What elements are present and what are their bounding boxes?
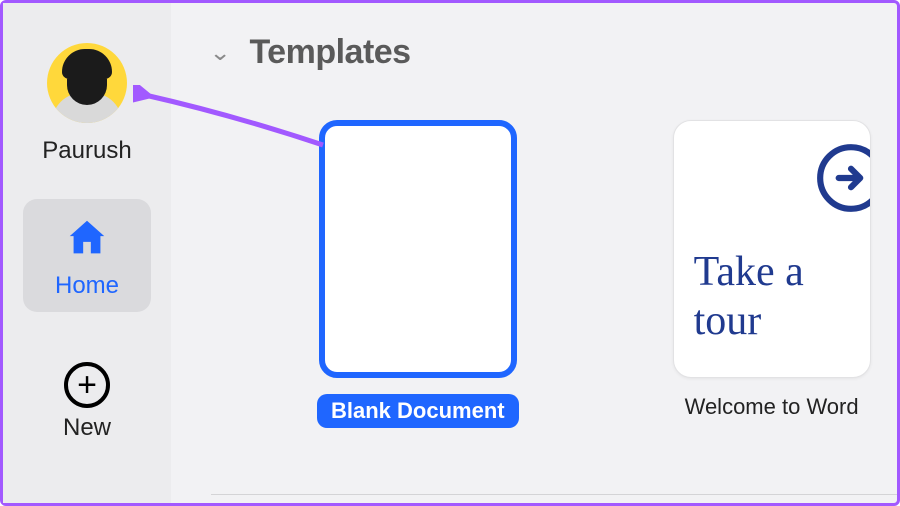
home-icon xyxy=(64,215,110,266)
template-welcome-to-word[interactable]: Take a tour Welcome to Word xyxy=(673,120,871,428)
templates-section-header[interactable]: ⌄ Templates xyxy=(211,33,897,72)
template-preview-text: Take a tour xyxy=(694,248,850,345)
user-avatar[interactable] xyxy=(47,43,127,123)
app-window: Paurush Home + New ⌄ Templates Blank Doc… xyxy=(0,0,900,506)
templates-row: Blank Document Take a tour Welcome to Wo… xyxy=(211,120,897,428)
template-thumbnail xyxy=(319,120,517,378)
plus-circle-icon: + xyxy=(64,362,110,408)
section-divider xyxy=(211,494,897,495)
chevron-down-icon: ⌄ xyxy=(209,40,231,66)
section-title: Templates xyxy=(249,33,410,72)
sidebar-item-home[interactable]: Home xyxy=(23,199,151,312)
template-label: Blank Document xyxy=(317,394,519,428)
sidebar-item-label: Home xyxy=(55,272,119,300)
template-label: Welcome to Word xyxy=(685,394,859,420)
sidebar-item-new[interactable]: + New xyxy=(23,346,151,454)
arrow-right-circle-icon xyxy=(814,141,871,215)
template-blank-document[interactable]: Blank Document xyxy=(317,120,519,428)
main-content: ⌄ Templates Blank Document Take a tour xyxy=(171,3,897,503)
sidebar: Paurush Home + New xyxy=(3,3,171,503)
user-name-label: Paurush xyxy=(42,137,131,165)
sidebar-item-label: New xyxy=(63,414,111,442)
template-thumbnail: Take a tour xyxy=(673,120,871,378)
